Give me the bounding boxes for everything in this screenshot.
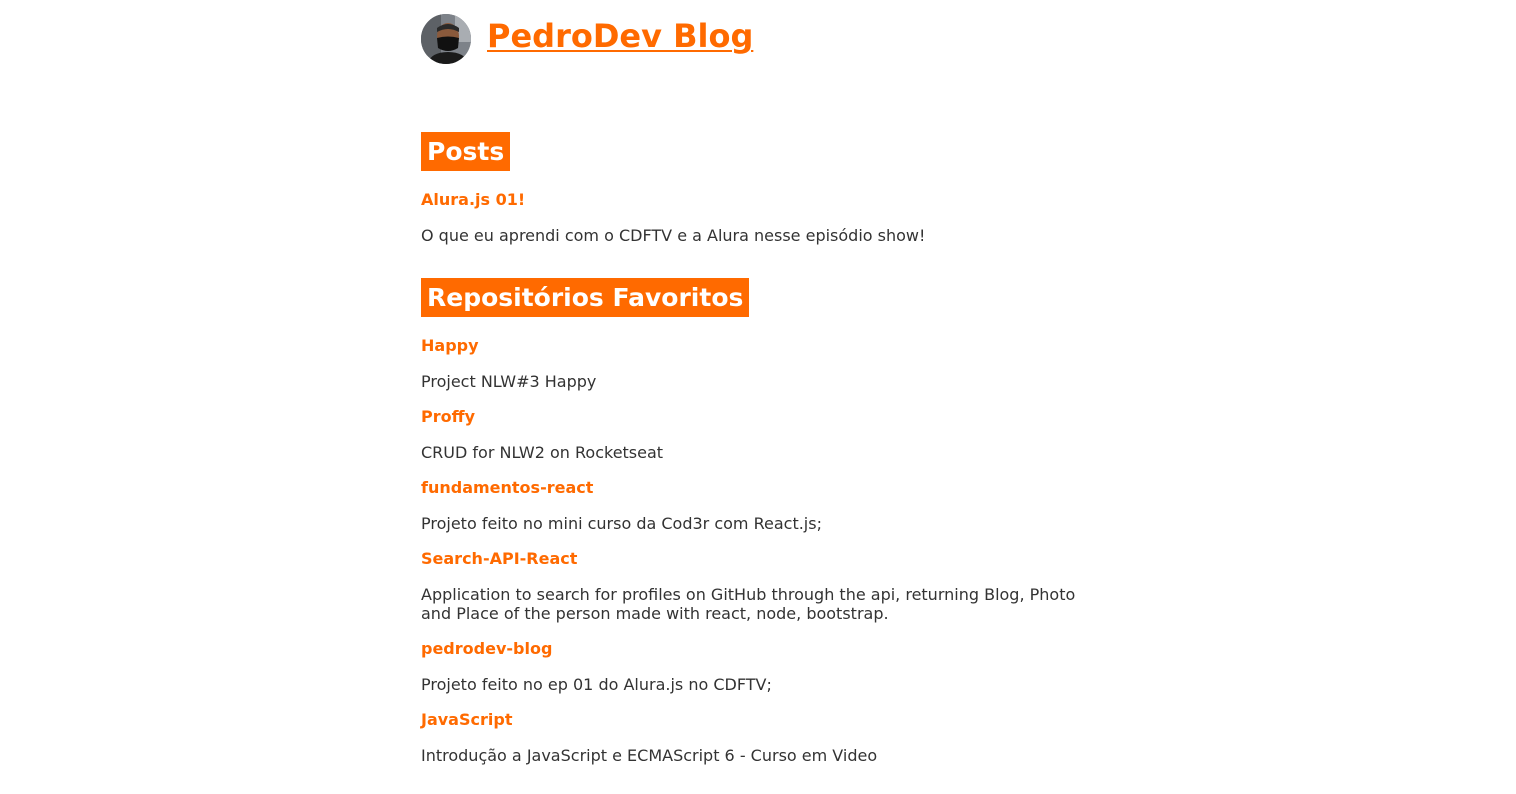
repo-description: CRUD for NLW2 on Rocketseat bbox=[421, 443, 664, 462]
avatar[interactable] bbox=[421, 14, 471, 64]
repo-list: Happy Project NLW#3 Happy Proffy CRUD fo… bbox=[421, 336, 1081, 765]
list-item: Search-API-React Application to search f… bbox=[421, 549, 1081, 623]
repo-description: Projeto feito no mini curso da Cod3r com… bbox=[421, 514, 822, 533]
blog-title-link[interactable]: PedroDev Blog bbox=[487, 20, 753, 52]
repo-description: Project NLW#3 Happy bbox=[421, 372, 597, 391]
repo-title-link[interactable]: Proffy bbox=[421, 407, 1081, 427]
repo-title-link[interactable]: Search-API-React bbox=[421, 549, 1081, 569]
repo-description: Application to search for profiles on Gi… bbox=[421, 585, 1076, 623]
list-item: fundamentos-react Projeto feito no mini … bbox=[421, 478, 1081, 533]
posts-section: Posts Alura.js 01! O que eu aprendi com … bbox=[421, 64, 1081, 245]
repos-section: Repositórios Favoritos Happy Project NLW… bbox=[421, 245, 1081, 765]
repo-title-link[interactable]: pedrodev-blog bbox=[421, 639, 1081, 659]
list-item: Alura.js 01! O que eu aprendi com o CDFT… bbox=[421, 190, 1081, 245]
repo-description: Projeto feito no ep 01 do Alura.js no CD… bbox=[421, 675, 772, 694]
site-header: PedroDev Blog bbox=[421, 14, 1081, 64]
list-item: Happy Project NLW#3 Happy bbox=[421, 336, 1081, 391]
repo-title-link[interactable]: Happy bbox=[421, 336, 1081, 356]
page-container: PedroDev Blog Posts Alura.js 01! O que e… bbox=[421, 0, 1081, 765]
post-description: O que eu aprendi com o CDFTV e a Alura n… bbox=[421, 226, 926, 245]
profile-photo-icon bbox=[421, 14, 471, 64]
post-title-link[interactable]: Alura.js 01! bbox=[421, 190, 1081, 210]
repo-title-link[interactable]: fundamentos-react bbox=[421, 478, 1081, 498]
repo-title-link[interactable]: JavaScript bbox=[421, 710, 1081, 730]
list-item: Proffy CRUD for NLW2 on Rocketseat bbox=[421, 407, 1081, 462]
list-item: JavaScript Introdução a JavaScript e ECM… bbox=[421, 710, 1081, 765]
post-list: Alura.js 01! O que eu aprendi com o CDFT… bbox=[421, 190, 1081, 245]
posts-heading: Posts bbox=[421, 132, 511, 171]
repo-description: Introdução a JavaScript e ECMAScript 6 -… bbox=[421, 746, 878, 765]
list-item: pedrodev-blog Projeto feito no ep 01 do … bbox=[421, 639, 1081, 694]
repos-heading: Repositórios Favoritos bbox=[421, 278, 750, 317]
